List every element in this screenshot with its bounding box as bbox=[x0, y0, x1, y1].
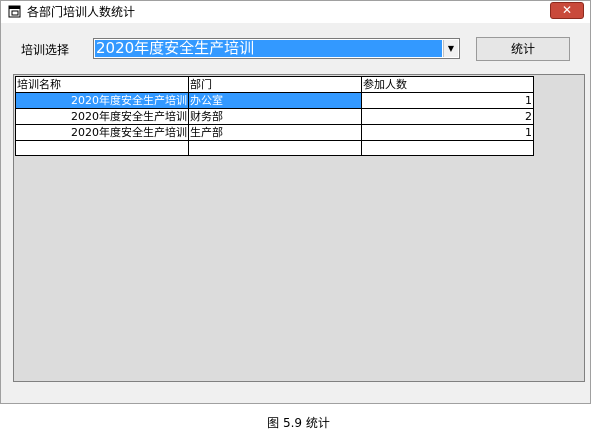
column-header-training-name[interactable]: 培训名称 bbox=[15, 76, 189, 93]
cell-department[interactable] bbox=[188, 140, 362, 156]
close-icon: ✕ bbox=[561, 3, 573, 17]
title-bar[interactable]: 各部门培训人数统计 ✕ bbox=[1, 1, 590, 23]
training-select-label: 培训选择 bbox=[21, 43, 70, 57]
chevron-down-icon[interactable]: ▼ bbox=[443, 40, 458, 57]
column-header-department[interactable]: 部门 bbox=[188, 76, 362, 93]
close-button[interactable]: ✕ bbox=[550, 2, 584, 19]
cell-attendee-count[interactable] bbox=[361, 140, 534, 156]
cell-training-name[interactable]: 2020年度安全生产培训 bbox=[15, 92, 189, 109]
stat-button[interactable]: 统计 bbox=[476, 37, 570, 61]
training-select-value: 2020年度安全生产培训 bbox=[95, 40, 442, 57]
window-title: 各部门培训人数统计 bbox=[27, 5, 136, 19]
grid-header-row: 培训名称 部门 参加人数 bbox=[15, 76, 534, 93]
table-row[interactable]: 2020年度安全生产培训 办公室 1 bbox=[15, 92, 534, 109]
grid-table: 培训名称 部门 参加人数 2020年度安全生产培训 办公室 1 2020年度安全… bbox=[15, 76, 534, 156]
cell-attendee-count[interactable]: 1 bbox=[361, 124, 534, 141]
window-app-icon bbox=[8, 5, 21, 18]
table-row[interactable]: 2020年度安全生产培训 财务部 2 bbox=[15, 108, 534, 125]
data-grid[interactable]: 培训名称 部门 参加人数 2020年度安全生产培训 办公室 1 2020年度安全… bbox=[13, 74, 585, 382]
table-row[interactable]: 2020年度安全生产培训 生产部 1 bbox=[15, 124, 534, 141]
cell-attendee-count[interactable]: 1 bbox=[361, 92, 534, 109]
column-header-attendee-count[interactable]: 参加人数 bbox=[361, 76, 534, 93]
cell-training-name[interactable]: 2020年度安全生产培训 bbox=[15, 124, 189, 141]
cell-training-name[interactable]: 2020年度安全生产培训 bbox=[15, 108, 189, 125]
cell-department[interactable]: 生产部 bbox=[188, 124, 362, 141]
table-row-new[interactable] bbox=[15, 140, 534, 156]
cell-department[interactable]: 财务部 bbox=[188, 108, 362, 125]
training-select[interactable]: 2020年度安全生产培训 ▼ bbox=[93, 38, 460, 59]
cell-department[interactable]: 办公室 bbox=[188, 92, 362, 109]
cell-attendee-count[interactable]: 2 bbox=[361, 108, 534, 125]
figure-caption: 图 5.9 统计 bbox=[267, 416, 330, 430]
cell-training-name[interactable] bbox=[15, 140, 189, 156]
stats-window: 各部门培训人数统计 ✕ 培训选择 2020年度安全生产培训 ▼ 统计 培训名称 … bbox=[0, 0, 591, 404]
